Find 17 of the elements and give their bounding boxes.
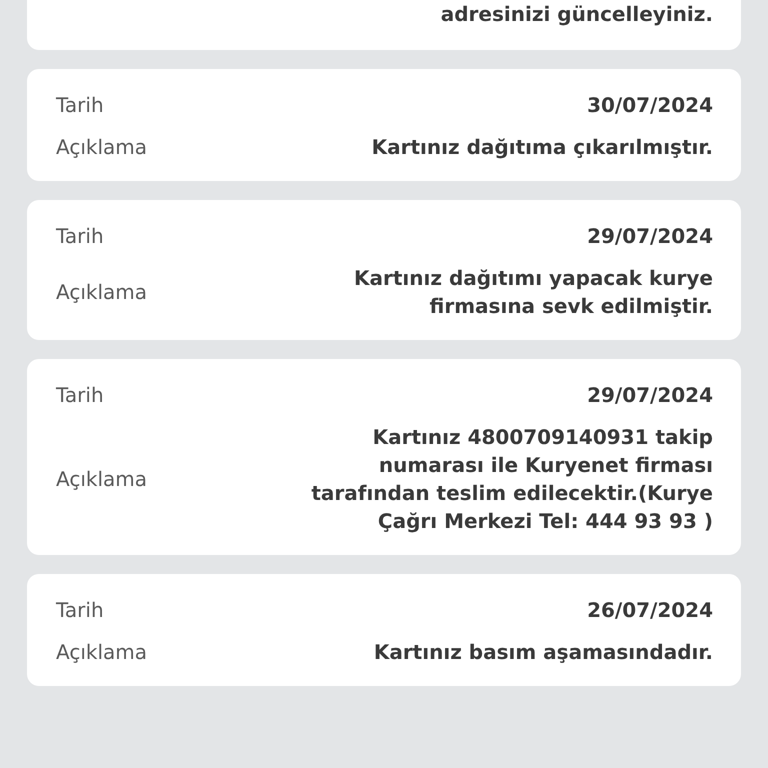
date-text: 26/07/2024 <box>587 597 713 624</box>
date-text: 29/07/2024 <box>587 382 713 409</box>
description-label: Açıklama <box>56 467 148 491</box>
date-text: 30/07/2024 <box>587 92 713 119</box>
description-label: Açıklama <box>56 280 148 304</box>
description-text: adresinizi güncelleyiniz. <box>440 1 713 28</box>
description-label: Açıklama <box>56 640 148 664</box>
date-text: 29/07/2024 <box>587 223 713 250</box>
description-text: Kartınız dağıtıma çıkarılmıştır. <box>372 134 713 161</box>
date-label: Tarih <box>56 224 104 248</box>
description-text: Kartınız basım aşamasındadır. <box>374 639 713 666</box>
description-text: Kartınız dağıtımı yapacak kurye firmasına sevk edilmiştir. <box>353 265 713 320</box>
date-label: Tarih <box>56 93 104 117</box>
date-label: Tarih <box>56 598 104 622</box>
date-label: Tarih <box>56 383 104 407</box>
description-label: Açıklama <box>56 135 148 159</box>
description-text: Kartınız 4800709140931 takip numarası ile Kuryenet firması tarafından teslim edilecektir.(Kurye Çağrı Merkezi Tel: 444 93 93 ) <box>310 424 713 535</box>
